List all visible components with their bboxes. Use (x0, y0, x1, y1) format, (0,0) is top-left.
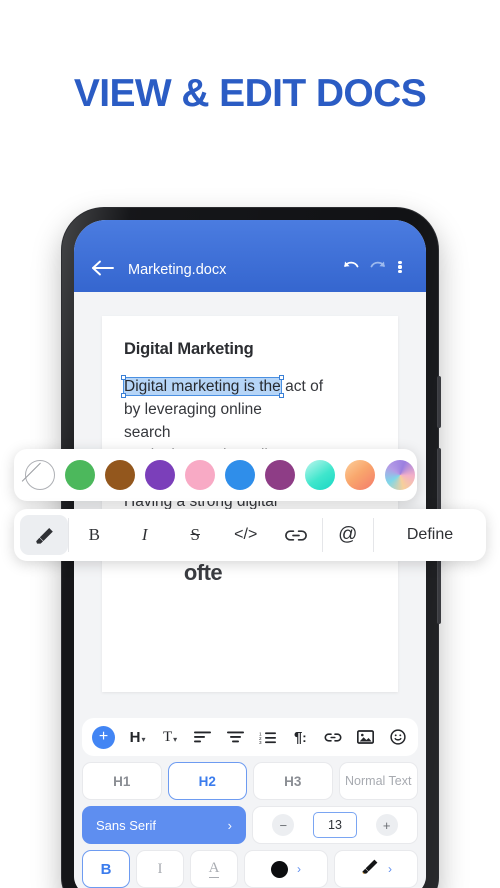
watermark-bottom-text: ofte (183, 560, 223, 585)
highlight-color-button[interactable]: › (334, 850, 418, 888)
paragraph-glyph: ¶ (293, 728, 303, 746)
font-size-increase-button[interactable]: + (375, 814, 398, 836)
swatch-green[interactable] (65, 460, 95, 490)
document-line-hidden: by leveraging online (124, 401, 262, 418)
italic-button[interactable]: I (120, 509, 171, 561)
swatch-multicolor-gradient[interactable] (385, 460, 415, 490)
page-title: VIEW & EDIT DOCS (73, 72, 427, 115)
selection-handle-top-left[interactable] (121, 375, 126, 380)
heading-style-label: H (129, 728, 141, 746)
app-bar: Marketing.docx (74, 220, 426, 292)
text-after-selection: act of (280, 378, 324, 395)
heading-style-button[interactable]: H ▾ (128, 726, 148, 748)
font-family-label: Sans Serif (96, 817, 156, 833)
chevron-right-icon: › (297, 862, 301, 876)
swatch-blue[interactable] (225, 460, 255, 490)
document-heading: Digital Marketing (124, 340, 254, 358)
document-line: search (124, 424, 171, 441)
editor-panel: + H ▾ T ▾ 1 2 3 ¶: H1 H2 H3 Normal Text… (74, 712, 426, 888)
text-color-swatch (271, 860, 288, 878)
link-button[interactable] (271, 509, 322, 561)
heading-segment-h3[interactable]: H3 (253, 762, 333, 800)
align-left-icon[interactable] (193, 726, 213, 748)
define-button[interactable]: Define (374, 526, 486, 544)
chevron-down-icon: ▾ (141, 734, 146, 744)
underline-label: A (208, 859, 220, 878)
code-button[interactable]: </> (221, 509, 272, 561)
paragraph-icon[interactable]: ¶: (290, 726, 310, 748)
text-style-label: T (163, 728, 173, 745)
align-center-icon[interactable] (225, 726, 245, 748)
add-button[interactable]: + (92, 725, 115, 749)
selection-handle-bottom-right[interactable] (278, 393, 284, 398)
swatch-orange-gradient[interactable] (345, 460, 375, 490)
back-arrow-icon[interactable] (90, 258, 116, 278)
highlighter-icon (360, 858, 379, 880)
heading-segment-h2[interactable]: H2 (167, 762, 247, 800)
svg-text:3: 3 (259, 740, 262, 744)
text-color-button[interactable]: › (244, 850, 328, 888)
selection-handle-bottom-left[interactable] (121, 393, 126, 398)
heading-segment-row: H1 H2 H3 Normal Text (82, 762, 418, 800)
color-palette-popover (14, 449, 417, 501)
bold-button[interactable]: B (82, 850, 130, 888)
document-page[interactable]: Digital Marketing Digital marketing is t… (102, 316, 398, 692)
chevron-right-icon: › (388, 862, 392, 876)
insert-toolbar: + H ▾ T ▾ 1 2 3 ¶: (82, 718, 418, 756)
swatch-brown[interactable] (105, 460, 135, 490)
style-row: B I A › › (82, 850, 418, 888)
font-family-button[interactable]: Sans Serif › (82, 806, 246, 844)
strikethrough-button[interactable]: S (170, 509, 221, 561)
numbered-list-icon[interactable]: 1 2 3 (258, 726, 278, 748)
kebab-menu-icon[interactable] (390, 256, 410, 278)
mention-button[interactable]: @ (323, 509, 374, 561)
selection-handle-top-right[interactable] (278, 375, 284, 380)
text-format-popover: B I S </> @ Define (14, 509, 486, 561)
font-size-decrease-button[interactable]: − (272, 814, 295, 836)
text-style-button[interactable]: T ▾ (160, 726, 180, 748)
chevron-right-icon: › (227, 817, 232, 833)
italic-button[interactable]: I (136, 850, 184, 888)
font-size-input[interactable]: 13 (312, 812, 357, 838)
swatch-magenta[interactable] (265, 460, 295, 490)
link-icon[interactable] (323, 726, 343, 748)
swatch-no-color[interactable] (25, 460, 55, 490)
page-root: VIEW & EDIT DOCS Marketing.docx Digital … (0, 0, 500, 888)
selected-text: Digital marketing is the (124, 378, 281, 395)
text-selection[interactable]: Digital marketing is the (121, 375, 284, 398)
swatch-cyan-gradient[interactable] (305, 460, 335, 490)
bold-button[interactable]: B (69, 509, 120, 561)
redo-icon (364, 256, 390, 278)
image-icon[interactable] (355, 726, 375, 748)
font-size-stepper: − 13 + (252, 806, 418, 844)
heading-segment-h1[interactable]: H1 (82, 762, 162, 800)
highlighter-tool-button[interactable] (20, 515, 68, 555)
emoji-icon[interactable] (388, 726, 408, 748)
chevron-down-icon: ▾ (173, 734, 178, 744)
underline-button[interactable]: A (190, 850, 238, 888)
swatch-purple[interactable] (145, 460, 175, 490)
document-title: Marketing.docx (128, 262, 227, 278)
editor-toolbar-row: + H ▾ T ▾ 1 2 3 ¶: (82, 718, 418, 756)
font-row: Sans Serif › − 13 + (82, 806, 418, 844)
undo-icon[interactable] (338, 256, 364, 278)
swatch-pink[interactable] (185, 460, 215, 490)
heading-segment-normal-text[interactable]: Normal Text (338, 762, 418, 800)
phone-side-button-mute (437, 376, 441, 428)
